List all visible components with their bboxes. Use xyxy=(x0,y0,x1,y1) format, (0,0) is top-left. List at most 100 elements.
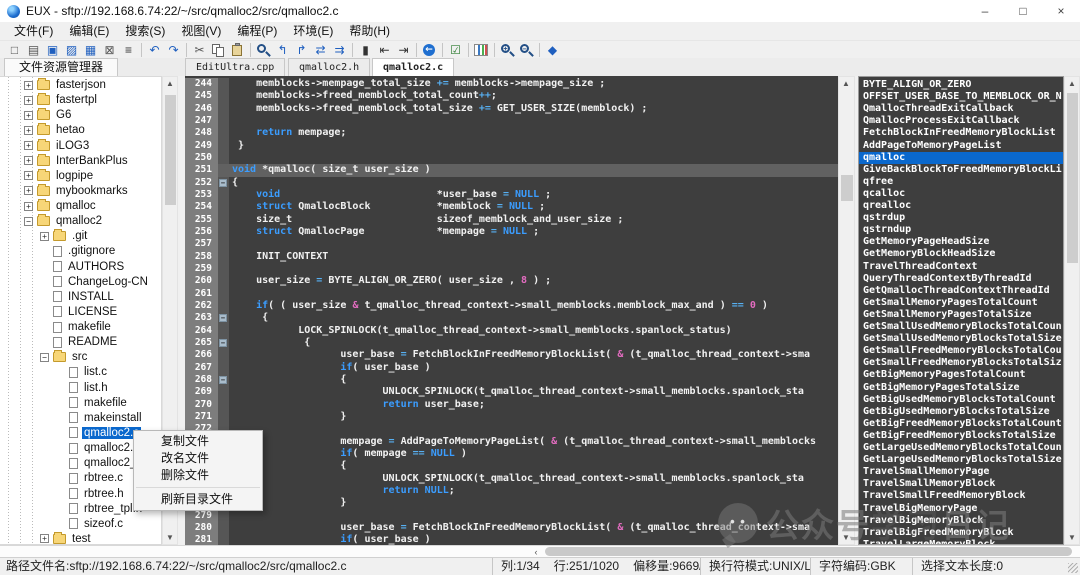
function-item-qcalloc[interactable]: qcalloc xyxy=(859,188,1064,200)
code-line-255[interactable]: 255 size_t sizeof_memblock_and_user_size… xyxy=(185,214,838,227)
find-prev-icon[interactable]: ↰ xyxy=(273,42,292,58)
code-line-259[interactable]: 259 xyxy=(185,263,838,276)
code-line-247[interactable]: 247 xyxy=(185,115,838,128)
minimize-button[interactable]: – xyxy=(966,0,1004,22)
code-line-258[interactable]: 258 INIT_CONTEXT xyxy=(185,251,838,264)
function-item-GetBigUsedMemoryBlocksTotalCount[interactable]: GetBigUsedMemoryBlocksTotalCount xyxy=(859,394,1064,406)
tree-item-InterBankPlus[interactable]: +InterBankPlus xyxy=(0,153,162,169)
code-line-266[interactable]: 266 user_base = FetchBlockInFreedMemoryB… xyxy=(185,349,838,362)
function-item-TravelBigMemoryBlock[interactable]: TravelBigMemoryBlock xyxy=(859,515,1064,527)
code-line-248[interactable]: 248 return mempage; xyxy=(185,127,838,140)
code-line-261[interactable]: 261 xyxy=(185,288,838,301)
code-line-256[interactable]: 256 struct QmallocPage *mempage = NULL ; xyxy=(185,226,838,239)
expand-icon[interactable]: + xyxy=(40,534,49,543)
next-bookmark-icon[interactable]: ⇥ xyxy=(394,42,413,58)
resize-grip[interactable] xyxy=(1068,563,1078,573)
new-file-icon[interactable]: □ xyxy=(5,42,24,58)
function-item-GetLargeUsedMemoryBlocksTotalCoun[interactable]: GetLargeUsedMemoryBlocksTotalCoun xyxy=(859,442,1064,454)
tree-item-makefile[interactable]: makefile xyxy=(0,319,162,335)
tree-item-AUTHORS[interactable]: AUTHORS xyxy=(0,259,162,275)
function-list-icon[interactable]: ☑ xyxy=(446,42,465,58)
expand-icon[interactable]: + xyxy=(24,186,33,195)
expand-icon[interactable]: + xyxy=(24,126,33,135)
code-line-271[interactable]: 271 } xyxy=(185,411,838,424)
zoom-out-icon[interactable]: − xyxy=(517,42,536,58)
tab-file-explorer[interactable]: 文件资源管理器 xyxy=(4,58,118,76)
code-line-260[interactable]: 260 user_size = BYTE_ALIGN_OR_ZERO( user… xyxy=(185,275,838,288)
code-line-279[interactable]: 279 xyxy=(185,510,838,523)
function-item-GetBigMemoryPagesTotalSize[interactable]: GetBigMemoryPagesTotalSize xyxy=(859,382,1064,394)
expand-icon[interactable]: + xyxy=(24,96,33,105)
tree-item-makefile[interactable]: makefile xyxy=(0,395,162,411)
tree-item-ChangeLog-CN[interactable]: ChangeLog-CN xyxy=(0,274,162,290)
tree-item-qmalloc[interactable]: +qmalloc xyxy=(0,198,162,214)
tree-item-list.h[interactable]: list.h xyxy=(0,380,162,396)
code-line-267[interactable]: 267 if( user_base ) xyxy=(185,362,838,375)
tree-item-LICENSE[interactable]: LICENSE xyxy=(0,304,162,320)
menu-item-0[interactable]: 文件(F) xyxy=(6,22,61,40)
expand-icon[interactable]: + xyxy=(24,202,33,211)
prev-bookmark-icon[interactable]: ⇤ xyxy=(375,42,394,58)
open-file-icon[interactable]: ▤ xyxy=(24,42,43,58)
function-item-GetLargeUsedMemoryBlocksTotalSize[interactable]: GetLargeUsedMemoryBlocksTotalSize xyxy=(859,454,1064,466)
expand-icon[interactable]: + xyxy=(40,232,49,241)
tree-item-test[interactable]: +test xyxy=(0,531,162,545)
code-line-272[interactable]: 272 xyxy=(185,423,838,436)
expand-icon[interactable]: + xyxy=(24,141,33,150)
save-all-icon[interactable]: ▦ xyxy=(81,42,100,58)
collapse-icon[interactable]: − xyxy=(40,353,49,362)
tab-qmalloc2.h[interactable]: qmalloc2.h xyxy=(288,58,370,76)
scroll-up-icon[interactable]: ▲ xyxy=(163,79,177,88)
code-line-270[interactable]: 270 return user_base; xyxy=(185,399,838,412)
code-line-268[interactable]: 268− { xyxy=(185,374,838,387)
redo-icon[interactable]: ↷ xyxy=(164,42,183,58)
file-list-icon[interactable]: ≡ xyxy=(119,42,138,58)
code-line-278[interactable]: 278 } xyxy=(185,497,838,510)
function-item-QmallocProcessExitCallback[interactable]: QmallocProcessExitCallback xyxy=(859,115,1064,127)
tree-item-logpipe[interactable]: +logpipe xyxy=(0,168,162,184)
context-menu-item-删除文件[interactable]: 删除文件 xyxy=(134,467,262,484)
function-item-FetchBlockInFreedMemoryBlockList[interactable]: FetchBlockInFreedMemoryBlockList xyxy=(859,127,1064,139)
code-line-273[interactable]: 273 mempage = AddPageToMemoryPageList( &… xyxy=(185,436,838,449)
code-line-280[interactable]: 280 user_base = FetchBlockInFreedMemoryB… xyxy=(185,522,838,535)
bookmark-icon[interactable]: ▮ xyxy=(356,42,375,58)
function-item-GetBigFreedMemoryBlocksTotalSize[interactable]: GetBigFreedMemoryBlocksTotalSize xyxy=(859,430,1064,442)
zoom-in-icon[interactable]: + xyxy=(498,42,517,58)
function-item-qstrdup[interactable]: qstrdup xyxy=(859,212,1064,224)
context-menu-item-改名文件[interactable]: 改名文件 xyxy=(134,450,262,467)
tree-item-.gitignore[interactable]: .gitignore xyxy=(0,243,162,259)
code-line-245[interactable]: 245 memblocks->freed_memblock_total_coun… xyxy=(185,90,838,103)
menu-item-4[interactable]: 编程(P) xyxy=(229,22,285,40)
tree-item-list.c[interactable]: list.c xyxy=(0,364,162,380)
code-line-250[interactable]: 250 xyxy=(185,152,838,165)
back-icon[interactable]: ← xyxy=(420,42,439,58)
save-as-icon[interactable]: ▨ xyxy=(62,42,81,58)
tree-item-fastertpl[interactable]: +fastertpl xyxy=(0,92,162,108)
menu-item-5[interactable]: 环境(E) xyxy=(285,22,341,40)
function-scrollbar-thumb[interactable] xyxy=(1067,93,1078,263)
function-item-TravelThreadContext[interactable]: TravelThreadContext xyxy=(859,261,1064,273)
horizontal-scrollbar-thumb[interactable] xyxy=(545,547,1072,556)
expand-icon[interactable]: + xyxy=(24,81,33,90)
menu-item-2[interactable]: 搜索(S) xyxy=(117,22,173,40)
close-button[interactable]: × xyxy=(1042,0,1080,22)
function-list-scrollbar[interactable]: ▲ ▼ xyxy=(1064,76,1080,545)
function-item-TravelBigMemoryPage[interactable]: TravelBigMemoryPage xyxy=(859,503,1064,515)
menu-item-1[interactable]: 编辑(E) xyxy=(61,22,117,40)
function-item-TravelBigFreedMemoryBlock[interactable]: TravelBigFreedMemoryBlock xyxy=(859,527,1064,539)
code-line-262[interactable]: 262 if( ( user_size & t_qmalloc_thread_c… xyxy=(185,300,838,313)
tree-item-.git[interactable]: +.git xyxy=(0,228,162,244)
function-item-GetSmallUsedMemoryBlocksTotalCoun[interactable]: GetSmallUsedMemoryBlocksTotalCoun xyxy=(859,321,1064,333)
fold-collapse-icon[interactable]: − xyxy=(219,314,227,322)
tree-item-mybookmarks[interactable]: +mybookmarks xyxy=(0,183,162,199)
menu-item-3[interactable]: 视图(V) xyxy=(173,22,229,40)
replace-icon[interactable]: ⇄ xyxy=(311,42,330,58)
code-line-244[interactable]: 244 memblocks->mempage_total_size += mem… xyxy=(185,78,838,91)
tree-item-fasterjson[interactable]: +fasterjson xyxy=(0,77,162,93)
code-line-249[interactable]: 249 } xyxy=(185,140,838,153)
code-line-246[interactable]: 246 memblocks->freed_memblock_total_size… xyxy=(185,103,838,116)
function-item-TravelSmallFreedMemoryBlock[interactable]: TravelSmallFreedMemoryBlock xyxy=(859,490,1064,502)
function-item-GetSmallMemoryPagesTotalSize[interactable]: GetSmallMemoryPagesTotalSize xyxy=(859,309,1064,321)
expand-icon[interactable]: + xyxy=(24,171,33,180)
function-item-GetBigFreedMemoryBlocksTotalCount[interactable]: GetBigFreedMemoryBlocksTotalCount xyxy=(859,418,1064,430)
